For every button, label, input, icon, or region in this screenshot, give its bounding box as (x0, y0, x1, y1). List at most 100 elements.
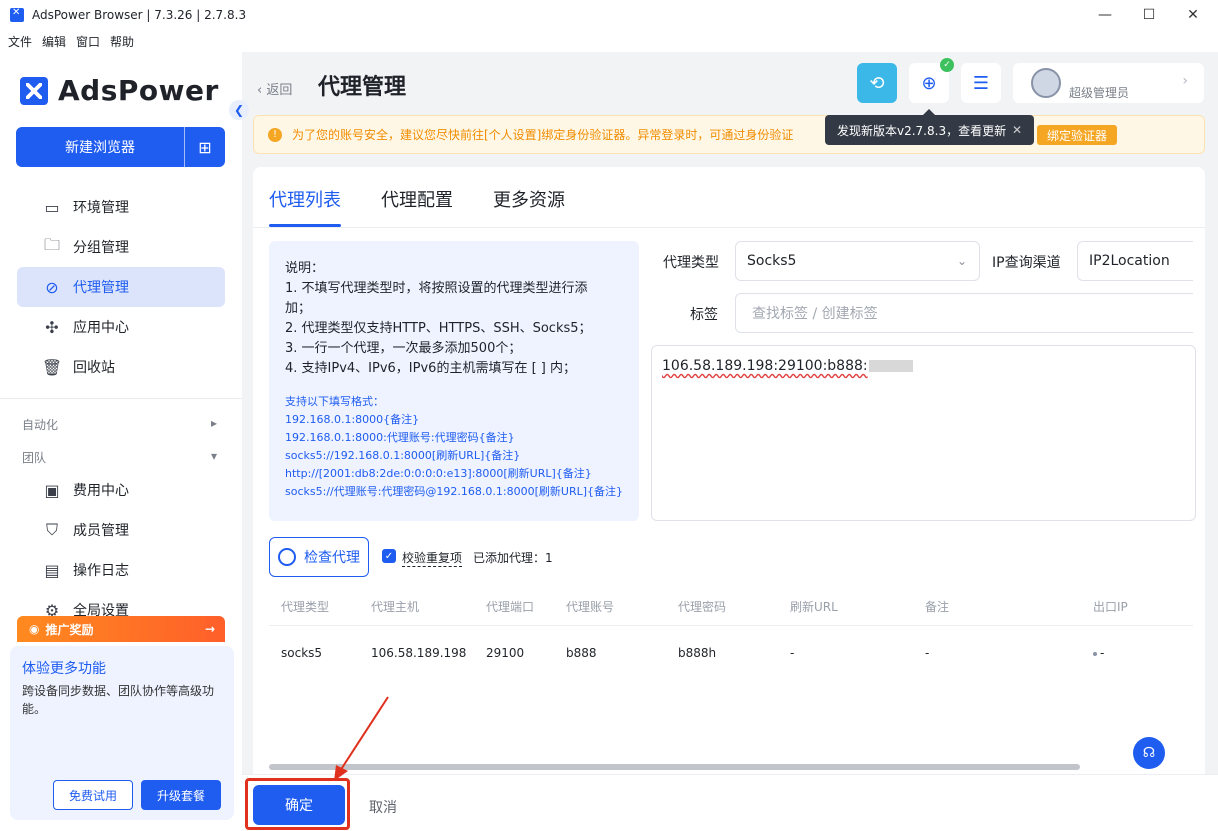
tag-input[interactable]: 查找标签 / 创建标签 (735, 293, 1193, 333)
user-role: 超级管理员 (1069, 86, 1130, 100)
new-browser-label: 新建浏览器 (65, 140, 135, 156)
add-browser-icon[interactable]: ⊞ (185, 138, 225, 157)
redacted-password (868, 360, 913, 372)
user-menu[interactable]: 超级管理员 › (1013, 63, 1204, 103)
shield-user-icon: ⛉ (45, 520, 58, 539)
active-tab-indicator (269, 224, 341, 227)
tab-proxy-config[interactable]: 代理配置 (381, 186, 453, 212)
browser-window-icon: ▭ (44, 197, 60, 217)
sidebar-item-members[interactable]: ⛉ 成员管理 (17, 510, 225, 550)
dedupe-label[interactable]: 校验重复项 (402, 549, 463, 567)
menu-file[interactable]: 文件 (8, 33, 32, 50)
folder-icon: 🗀 (43, 234, 60, 254)
sidebar-item-label: 环境管理 (73, 200, 129, 216)
ip-channel-label: IP查询渠道 (992, 255, 1061, 271)
sidebar-item-billing[interactable]: ▣ 费用中心 (17, 470, 225, 510)
minimize-button[interactable]: — (1082, 0, 1128, 30)
promo-banner[interactable]: ◉ 推广奖励 → (17, 616, 225, 642)
support-headset-icon[interactable]: ☊ (1133, 737, 1165, 769)
upgrade-card: 体验更多功能 跨设备同步数据、团队协作等高级功能。 免费试用 升级套餐 (10, 646, 234, 820)
bind-authenticator-button[interactable]: 绑定验证器 (1037, 125, 1117, 145)
new-browser-button[interactable]: 新建浏览器 ⊞ (16, 127, 225, 167)
proxy-textarea[interactable]: 106.58.189.198:29100:b888: (651, 345, 1196, 521)
format-example: socks5://代理账号:代理密码@192.168.0.1:8000[刷新UR… (285, 485, 624, 498)
menu-bar: 文件 编辑 窗口 帮助 (0, 30, 1218, 52)
dedupe-checkbox[interactable]: ✓ (382, 549, 396, 563)
instruction-line: 加； (285, 301, 312, 316)
upgrade-button[interactable]: 升级套餐 (141, 780, 221, 810)
alert-icon: ! (268, 127, 282, 142)
sidebar-item-proxies[interactable]: ⊘ 代理管理 (17, 267, 225, 307)
col-proxy-password: 代理密码 (678, 600, 727, 614)
sidebar-item-label: 分组管理 (73, 240, 129, 256)
col-proxy-type: 代理类型 (281, 600, 330, 614)
app-icon (10, 7, 24, 22)
proxy-type-select[interactable]: Socks5 ⌄ (735, 241, 980, 281)
cancel-button[interactable]: 取消 (369, 797, 397, 817)
instruction-line: 4. 支持IPv4、IPv6，IPv6的主机需填写在 [ ] 内； (285, 361, 576, 376)
sidebar-item-label: 代理管理 (73, 280, 129, 296)
adspower-logo-icon (20, 76, 48, 105)
coin-icon: ◉ (29, 622, 40, 636)
status-dot-icon (1093, 651, 1097, 656)
free-trial-button[interactable]: 免费试用 (53, 780, 133, 810)
sidebar-item-trash[interactable]: 🗑 回收站 (17, 347, 225, 387)
sync-icon[interactable]: ⟲ (857, 63, 897, 103)
instruction-line: 1. 不填写代理类型时，将按照设置的代理类型进行添 (285, 281, 588, 296)
tooltip-text: 发现新版本v2.7.8.3，查看更新 (837, 123, 1007, 138)
menu-help[interactable]: 帮助 (110, 33, 134, 50)
instruction-line: 2. 代理类型仅支持HTTP、HTTPS、SSH、Socks5； (285, 321, 592, 336)
col-proxy-account: 代理账号 (566, 600, 615, 614)
sidebar-item-environments[interactable]: ▭ 环境管理 (17, 187, 225, 227)
avatar (1031, 68, 1061, 98)
page-title: 代理管理 (318, 75, 407, 100)
format-example: http://[2001:db8:2de:0:0:0:0:e13]:8000[刷… (285, 467, 592, 480)
proxy-type-label: 代理类型 (663, 255, 719, 271)
check-circle-icon (278, 548, 296, 566)
close-icon[interactable]: ✕ (1012, 123, 1022, 137)
sidebar-item-label: 操作日志 (73, 563, 129, 579)
instructions-box: 说明： 1. 不填写代理类型时，将按照设置的代理类型进行添 加； 2. 代理类型… (269, 241, 639, 521)
format-heading: 支持以下填写格式： (285, 395, 384, 408)
sidebar-item-label: 成员管理 (73, 523, 129, 539)
section-team[interactable]: 团队 ▾ (22, 449, 217, 466)
menu-edit[interactable]: 编辑 (42, 33, 66, 50)
added-count: 已添加代理：1 (473, 551, 553, 565)
collapse-sidebar-icon[interactable]: ❮ (229, 100, 249, 120)
sidebar-item-label: 回收站 (73, 360, 115, 376)
ip-channel-select[interactable]: IP2Location (1077, 241, 1193, 281)
col-remark: 备注 (925, 600, 950, 614)
back-link[interactable]: ‹ 返回 (257, 79, 292, 98)
sidebar-item-label: 费用中心 (73, 483, 129, 499)
col-exit-ip: 出口IP (1093, 600, 1128, 614)
proxy-icon: ⊘ (45, 277, 59, 297)
table-cell: 29100 (486, 646, 525, 660)
tab-more-resources[interactable]: 更多资源 (493, 186, 565, 212)
trash-icon: 🗑 (41, 357, 63, 377)
logo: AdsPower (20, 74, 219, 107)
sidebar-item-logs[interactable]: ▤ 操作日志 (17, 550, 225, 590)
menu-window[interactable]: 窗口 (76, 33, 100, 50)
chevron-down-icon: ⌄ (956, 254, 967, 268)
window-title: AdsPower Browser | 7.3.26 | 2.7.8.3 (32, 8, 247, 22)
table-cell: 106.58.189.198 (371, 646, 467, 660)
sidebar-item-groups[interactable]: 🗀 分组管理 (17, 227, 225, 267)
section-automation[interactable]: 自动化 ▸ (22, 416, 217, 433)
chevron-down-icon: ▾ (210, 449, 217, 463)
sidebar-item-app-center[interactable]: ✣ 应用中心 (17, 307, 225, 347)
tab-proxy-list[interactable]: 代理列表 (269, 186, 341, 212)
tag-placeholder: 查找标签 / 创建标签 (752, 306, 878, 322)
instruction-line: 3. 一行一个代理，一次最多添加500个； (285, 341, 522, 356)
wallet-icon: ▣ (44, 480, 60, 500)
table-cell: socks5 (281, 646, 323, 660)
proxy-type-value: Socks5 (747, 253, 797, 269)
close-window-button[interactable]: ✕ (1170, 0, 1216, 30)
puzzle-icon: ✣ (45, 317, 59, 337)
update-tooltip[interactable]: 发现新版本v2.7.8.3，查看更新 ✕ (825, 109, 1034, 145)
annotation-arrow-icon (334, 696, 389, 781)
maximize-button[interactable]: ☐ (1126, 0, 1172, 30)
task-list-icon[interactable]: ☰ (961, 63, 1001, 103)
promo-label: 推广奖励 (45, 622, 94, 637)
check-proxy-button[interactable]: 检查代理 (269, 537, 369, 577)
exit-ip-cell: - (1093, 646, 1104, 660)
